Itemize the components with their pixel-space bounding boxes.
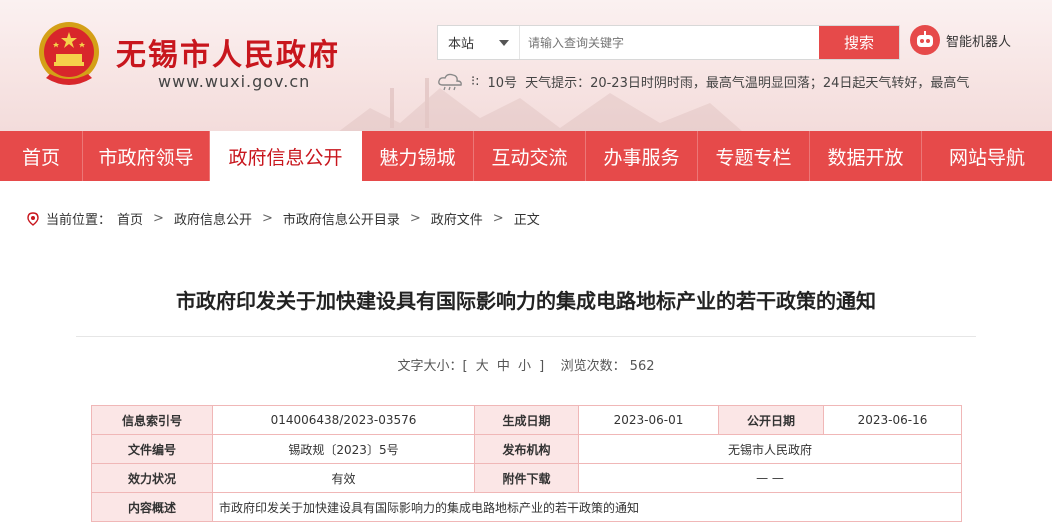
views-count: 562 bbox=[629, 359, 655, 374]
issuer-value: 无锡市人民政府 bbox=[578, 434, 962, 464]
cloud-rain-icon bbox=[438, 73, 462, 90]
breadcrumb-info-catalog[interactable]: 市政府信息公开目录 bbox=[283, 209, 400, 228]
breadcrumb-separator: > bbox=[261, 211, 273, 226]
search-scope-select[interactable]: 本站 bbox=[438, 26, 520, 59]
nav-interaction[interactable]: 互动交流 bbox=[474, 131, 586, 181]
nav-gov-info-disclosure[interactable]: 政府信息公开 bbox=[210, 131, 362, 181]
site-header: 无锡市人民政府 www.wuxi.gov.cn 本站 搜索 智能机器人 ⁝: bbox=[0, 0, 1052, 131]
nav-site-map[interactable]: 网站导航 bbox=[922, 131, 1052, 181]
font-size-close: ] bbox=[539, 359, 545, 374]
gen-date-value: 2023-06-01 bbox=[578, 405, 719, 435]
summary-value: 市政府印发关于加快建设具有国际影响力的集成电路地标产业的若干政策的通知 bbox=[212, 492, 962, 522]
table-row: 文件编号 锡政规〔2023〕5号 发布机构 无锡市人民政府 bbox=[91, 434, 962, 464]
attachment-value: — — bbox=[578, 463, 962, 493]
caret-down-icon bbox=[499, 39, 509, 46]
issuer-label: 发布机构 bbox=[474, 434, 579, 464]
robot-icon bbox=[910, 25, 940, 55]
nav-special-topics[interactable]: 专题专栏 bbox=[698, 131, 810, 181]
search-scope-label: 本站 bbox=[448, 37, 475, 52]
status-label: 效力状况 bbox=[91, 463, 213, 493]
smart-robot-link[interactable]: 智能机器人 bbox=[910, 25, 1011, 55]
nav-charm-wuxi[interactable]: 魅力锡城 bbox=[362, 131, 474, 181]
breadcrumb: 当前位置： 首页 > 政府信息公开 > 市政府信息公开目录 > 政府文件 > 正… bbox=[26, 209, 540, 228]
summary-label: 内容概述 bbox=[91, 492, 213, 522]
weather-date: 10号 bbox=[487, 76, 518, 91]
robot-label: 智能机器人 bbox=[946, 34, 1012, 50]
title-divider bbox=[76, 336, 976, 337]
main-nav: 首页 市政府领导 政府信息公开 魅力锡城 互动交流 办事服务 专题专栏 数据开放… bbox=[0, 131, 1052, 181]
nav-open-data[interactable]: 数据开放 bbox=[810, 131, 922, 181]
table-row: 效力状况 有效 附件下载 — — bbox=[91, 463, 962, 493]
doc-no-label: 文件编号 bbox=[91, 434, 213, 464]
weather-text: 天气提示：20-23日时阴时雨，最高气温明显回落；24日起天气转好，最高气 bbox=[525, 76, 970, 91]
search-input[interactable] bbox=[520, 26, 819, 59]
weather-bar: ⁝: 10号 天气提示：20-23日时阴时雨，最高气温明显回落；24日起天气转好… bbox=[437, 72, 1017, 91]
index-value: 014006438/2023-03576 bbox=[212, 405, 475, 435]
doc-no-value: 锡政规〔2023〕5号 bbox=[212, 434, 475, 464]
breadcrumb-separator: > bbox=[153, 211, 164, 226]
breadcrumb-gov-docs[interactable]: 政府文件 bbox=[431, 209, 483, 228]
document-info-table: 信息索引号 014006438/2023-03576 生成日期 2023-06-… bbox=[91, 405, 962, 522]
views-label: 浏览次数： bbox=[560, 359, 626, 374]
location-pin-icon bbox=[27, 211, 39, 226]
pub-date-label: 公开日期 bbox=[718, 405, 824, 435]
nav-services[interactable]: 办事服务 bbox=[586, 131, 698, 181]
article-title: 市政府印发关于加快建设具有国际影响力的集成电路地标产业的若干政策的通知 bbox=[176, 289, 876, 313]
nav-city-leaders[interactable]: 市政府领导 bbox=[83, 131, 210, 181]
pub-date-value: 2023-06-16 bbox=[823, 405, 962, 435]
attachment-label: 附件下载 bbox=[474, 463, 579, 493]
font-size-medium-button[interactable]: 中 bbox=[497, 359, 510, 374]
breadcrumb-prefix: 当前位置： bbox=[46, 213, 112, 228]
search-bar: 本站 搜索 bbox=[437, 25, 900, 60]
breadcrumb-gov-info[interactable]: 政府信息公开 bbox=[174, 209, 252, 228]
breadcrumb-separator: > bbox=[409, 211, 421, 226]
font-size-small-button[interactable]: 小 bbox=[518, 359, 531, 374]
font-size-label: 文字大小：[ bbox=[397, 359, 468, 374]
status-value: 有效 bbox=[212, 463, 475, 493]
breadcrumb-separator: > bbox=[492, 211, 504, 226]
table-row: 信息索引号 014006438/2023-03576 生成日期 2023-06-… bbox=[91, 405, 962, 435]
article-meta: 文字大小：[ 大 中 小 ] 浏览次数： 562 bbox=[0, 355, 1052, 374]
breadcrumb-home[interactable]: 首页 bbox=[117, 209, 143, 228]
search-button[interactable]: 搜索 bbox=[819, 26, 899, 59]
index-label: 信息索引号 bbox=[91, 405, 213, 435]
national-emblem-icon bbox=[39, 22, 99, 85]
breadcrumb-current: 正文 bbox=[513, 213, 540, 228]
font-size-large-button[interactable]: 大 bbox=[476, 359, 489, 374]
nav-home[interactable]: 首页 bbox=[0, 131, 83, 181]
weather-separator: ⁝: bbox=[471, 74, 480, 89]
site-url: www.wuxi.gov.cn bbox=[158, 72, 311, 91]
table-row: 内容概述 市政府印发关于加快建设具有国际影响力的集成电路地标产业的若干政策的通知 bbox=[91, 492, 962, 522]
gen-date-label: 生成日期 bbox=[474, 405, 579, 435]
site-name[interactable]: 无锡市人民政府 bbox=[116, 30, 340, 74]
